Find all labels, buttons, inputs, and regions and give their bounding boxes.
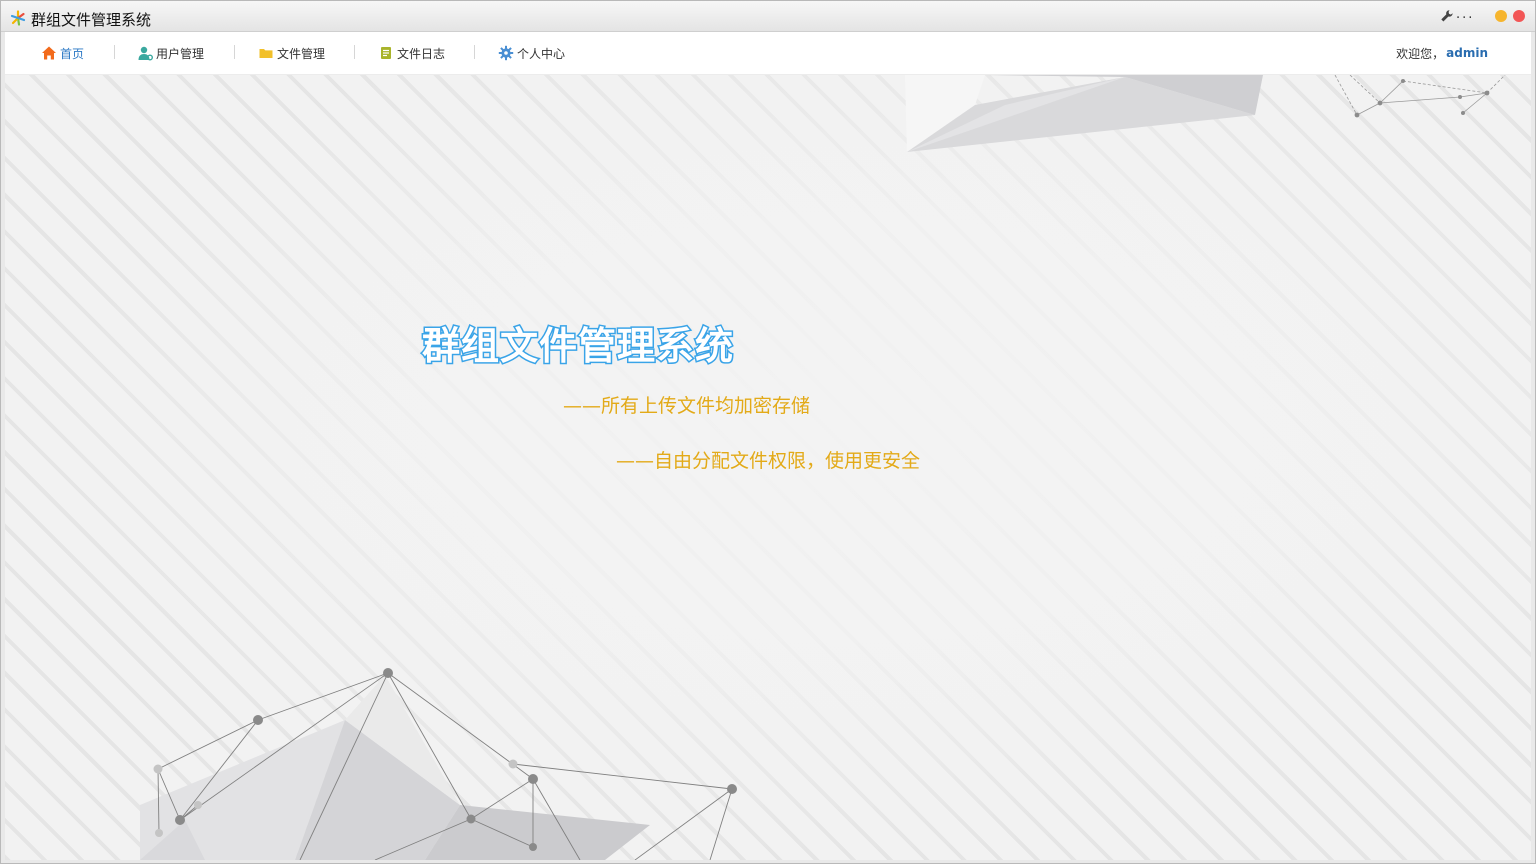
nav-item-label: 文件日志: [397, 46, 446, 61]
pinwheel-icon: [10, 10, 26, 26]
nav-item-user-management[interactable]: 用户管理: [137, 32, 204, 74]
slogan-encryption: ——所有上传文件均加密存储: [563, 395, 811, 417]
home-icon: [42, 46, 56, 60]
nav-divider: [234, 45, 235, 59]
minimize-button[interactable]: [1495, 10, 1507, 22]
user-icon: [138, 46, 153, 61]
user-greeting: 欢迎您， admin: [1396, 32, 1488, 74]
slogan-permissions: ——自由分配文件权限，使用更安全: [616, 450, 921, 472]
title-bar[interactable]: 群组文件管理系统 ...: [1, 1, 1535, 32]
close-button[interactable]: [1513, 10, 1525, 22]
nav-item-file-management[interactable]: 文件管理: [258, 32, 325, 74]
nav-item-label: 文件管理: [277, 46, 326, 61]
more-menu-button[interactable]: ...: [1456, 7, 1474, 22]
nav-divider: [114, 45, 115, 59]
gear-icon: [498, 45, 514, 61]
nav-item-file-log[interactable]: 文件日志: [378, 32, 445, 74]
top-navbar: 首页 用户管理 文件管理 文件日志 个人中心 欢迎您， admin: [5, 32, 1531, 75]
username-link[interactable]: admin: [1446, 46, 1488, 60]
app-window: 群组文件管理系统 ... 首页 用户管理 文件管理 文件日志 个人中心 欢迎您，…: [0, 0, 1536, 864]
log-icon: [381, 47, 391, 59]
nav-item-personal-center[interactable]: 个人中心: [498, 32, 565, 74]
system-title: 群组文件管理系统: [420, 323, 735, 370]
nav-item-label: 用户管理: [156, 46, 205, 61]
wrench-icon[interactable]: [1440, 9, 1454, 23]
nav-divider: [474, 45, 475, 59]
home-content: 群组文件管理系统 ——所有上传文件均加密存储 ——自由分配文件权限，使用更安全: [5, 75, 1531, 860]
welcome-text: 欢迎您，: [1396, 46, 1445, 61]
folder-icon: [259, 49, 273, 58]
nav-item-label: 个人中心: [517, 46, 566, 61]
nav-item-home[interactable]: 首页: [41, 32, 84, 74]
window-title: 群组文件管理系统: [31, 11, 152, 29]
nav-item-label: 首页: [60, 46, 85, 61]
nav-divider: [354, 45, 355, 59]
